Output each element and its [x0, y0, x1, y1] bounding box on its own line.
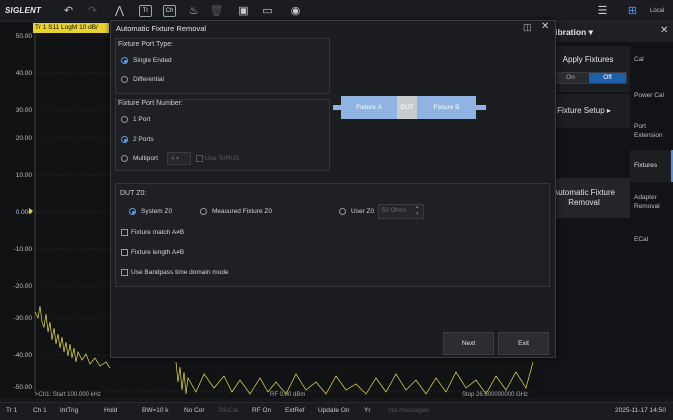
status-correction[interactable]: No Cor: [184, 407, 205, 414]
screenshot-icon[interactable]: ◫: [523, 22, 532, 33]
spin-arrows-icon[interactable]: ▴ ▾: [416, 204, 419, 218]
status-channel[interactable]: Ch 1: [33, 407, 47, 414]
single-ended-label[interactable]: Single Ended: [133, 57, 172, 64]
system-z0-label[interactable]: System Z0: [141, 208, 172, 215]
next-button[interactable]: Next: [443, 332, 494, 355]
menu-item-fixtures[interactable]: Fixtures: [630, 150, 673, 182]
exit-button[interactable]: Exit: [498, 332, 549, 355]
one-port-radio[interactable]: [121, 116, 128, 123]
status-bandwidth[interactable]: BW=10 k: [142, 407, 169, 414]
menu-item-cal[interactable]: Cal: [630, 55, 673, 64]
status-trigger[interactable]: IntTrig: [60, 407, 78, 414]
save-icon[interactable]: ▣: [235, 3, 252, 19]
fixture-length-checkbox[interactable]: [121, 249, 128, 256]
use-trl-checkbox[interactable]: [196, 155, 203, 162]
stop-frequency: Stop 26.500000000 GHz: [462, 392, 529, 398]
channel-icon[interactable]: Ch: [163, 5, 176, 17]
menu-item-adapter-removal[interactable]: Adapter Removal: [630, 193, 670, 211]
dialog-close-icon[interactable]: ✕: [541, 21, 549, 32]
dut-z0-title: DUT Z0:: [120, 190, 147, 197]
use-trl-label[interactable]: Use TrlRUS: [205, 155, 239, 162]
status-datetime: 2025-11-17 14:50: [615, 407, 666, 414]
apply-fixtures-label: Apply Fixtures: [562, 55, 614, 64]
status-rf[interactable]: RF On: [252, 407, 271, 414]
multiport-label[interactable]: Multiport: [133, 155, 158, 162]
y-axis-label: 40.00: [15, 70, 32, 77]
menu-item-ecal[interactable]: ECal: [630, 235, 673, 244]
measured-fixture-z0-radio[interactable]: [200, 208, 207, 215]
menu-close-icon[interactable]: ✕: [660, 25, 668, 36]
fixture-icon[interactable]: ♨: [185, 3, 202, 19]
delete-icon[interactable]: 🗑: [208, 3, 225, 19]
toggle-on[interactable]: On: [552, 73, 589, 83]
y-axis-label: 20.00: [15, 135, 32, 142]
y-axis-label: -50.00: [13, 384, 32, 391]
differential-radio[interactable]: [121, 76, 128, 83]
port-number-title: Fixture Port Number:: [118, 100, 183, 107]
status-extref[interactable]: ExtRef: [285, 407, 305, 414]
system-z0-radio[interactable]: [129, 208, 136, 215]
undo-icon[interactable]: ↶: [60, 3, 77, 19]
start-frequency: >Ch1: Start 100.000 kHz: [35, 392, 101, 398]
fixture-match-label[interactable]: Fixture match A≠B: [131, 229, 184, 236]
fixture-a-block: Fixture A: [341, 96, 397, 119]
one-port-label[interactable]: 1 Port: [133, 116, 150, 123]
y-axis-label: 0.000: [15, 209, 32, 216]
y-axis-label: 50.00: [15, 33, 32, 40]
status-trace[interactable]: Tr 1: [6, 407, 17, 414]
menu-icon[interactable]: ☰: [594, 3, 611, 19]
status-yr[interactable]: Yr: [364, 407, 371, 414]
bandpass-label[interactable]: Use Bandpass time domain mode: [131, 269, 229, 276]
fixture-b-block: Fixture B: [417, 96, 476, 119]
port-stub-right: [476, 105, 486, 110]
local-label: Local: [650, 8, 665, 14]
differential-label[interactable]: Differential: [133, 76, 164, 83]
y-axis-label: -10.00: [13, 246, 32, 253]
measured-fixture-z0-label[interactable]: Measured Fixture Z0: [212, 208, 272, 215]
network-icon[interactable]: ⊞: [624, 3, 641, 19]
siglent-logo: SIGLENT: [5, 6, 42, 15]
cal-wizard-icon[interactable]: ⋀: [111, 3, 128, 19]
trace-icon[interactable]: Tr: [139, 5, 152, 17]
two-ports-radio[interactable]: [121, 136, 128, 143]
multiport-select[interactable]: 4 ▾: [167, 152, 191, 165]
redo-icon[interactable]: ↷: [84, 3, 101, 19]
multiport-radio[interactable]: [121, 155, 128, 162]
status-discal[interactable]: DisCal: [219, 407, 238, 414]
dut-block: DUT: [397, 96, 417, 119]
open-folder-icon[interactable]: ▭: [259, 3, 276, 19]
user-z0-radio[interactable]: [339, 208, 346, 215]
status-update[interactable]: Update On: [318, 407, 349, 414]
trace-tag[interactable]: Tr 1 S11 LogM 10 dB/: [33, 23, 109, 33]
fixture-match-checkbox[interactable]: [121, 229, 128, 236]
toggle-off[interactable]: Off: [589, 73, 626, 83]
port-type-title: Fixture Port Type:: [118, 41, 174, 48]
status-hold[interactable]: Hold: [104, 407, 117, 414]
menu-item-power-cal[interactable]: Power Cal: [630, 91, 673, 100]
y-axis-label: 30.00: [15, 107, 32, 114]
y-axis-label: -40.00: [13, 352, 32, 359]
menu-item-port-extension[interactable]: Port Extension: [630, 122, 670, 140]
bandpass-checkbox[interactable]: [121, 269, 128, 276]
rf-power-label: RF 0.00 dBm: [270, 392, 306, 398]
camera-icon[interactable]: ◉: [287, 3, 304, 19]
two-ports-label[interactable]: 2 Ports: [133, 136, 154, 143]
y-axis-label: -20.00: [13, 283, 32, 290]
y-axis-label: 10.00: [15, 172, 32, 179]
fixture-length-label[interactable]: Fixture length A≠B: [131, 249, 184, 256]
status-messages: No messages: [389, 407, 429, 414]
dialog-title: Automatic Fixture Removal: [116, 24, 207, 33]
user-z0-label[interactable]: User Z0: [351, 208, 374, 215]
single-ended-radio[interactable]: [121, 57, 128, 64]
y-axis-label: -30.00: [13, 315, 32, 322]
